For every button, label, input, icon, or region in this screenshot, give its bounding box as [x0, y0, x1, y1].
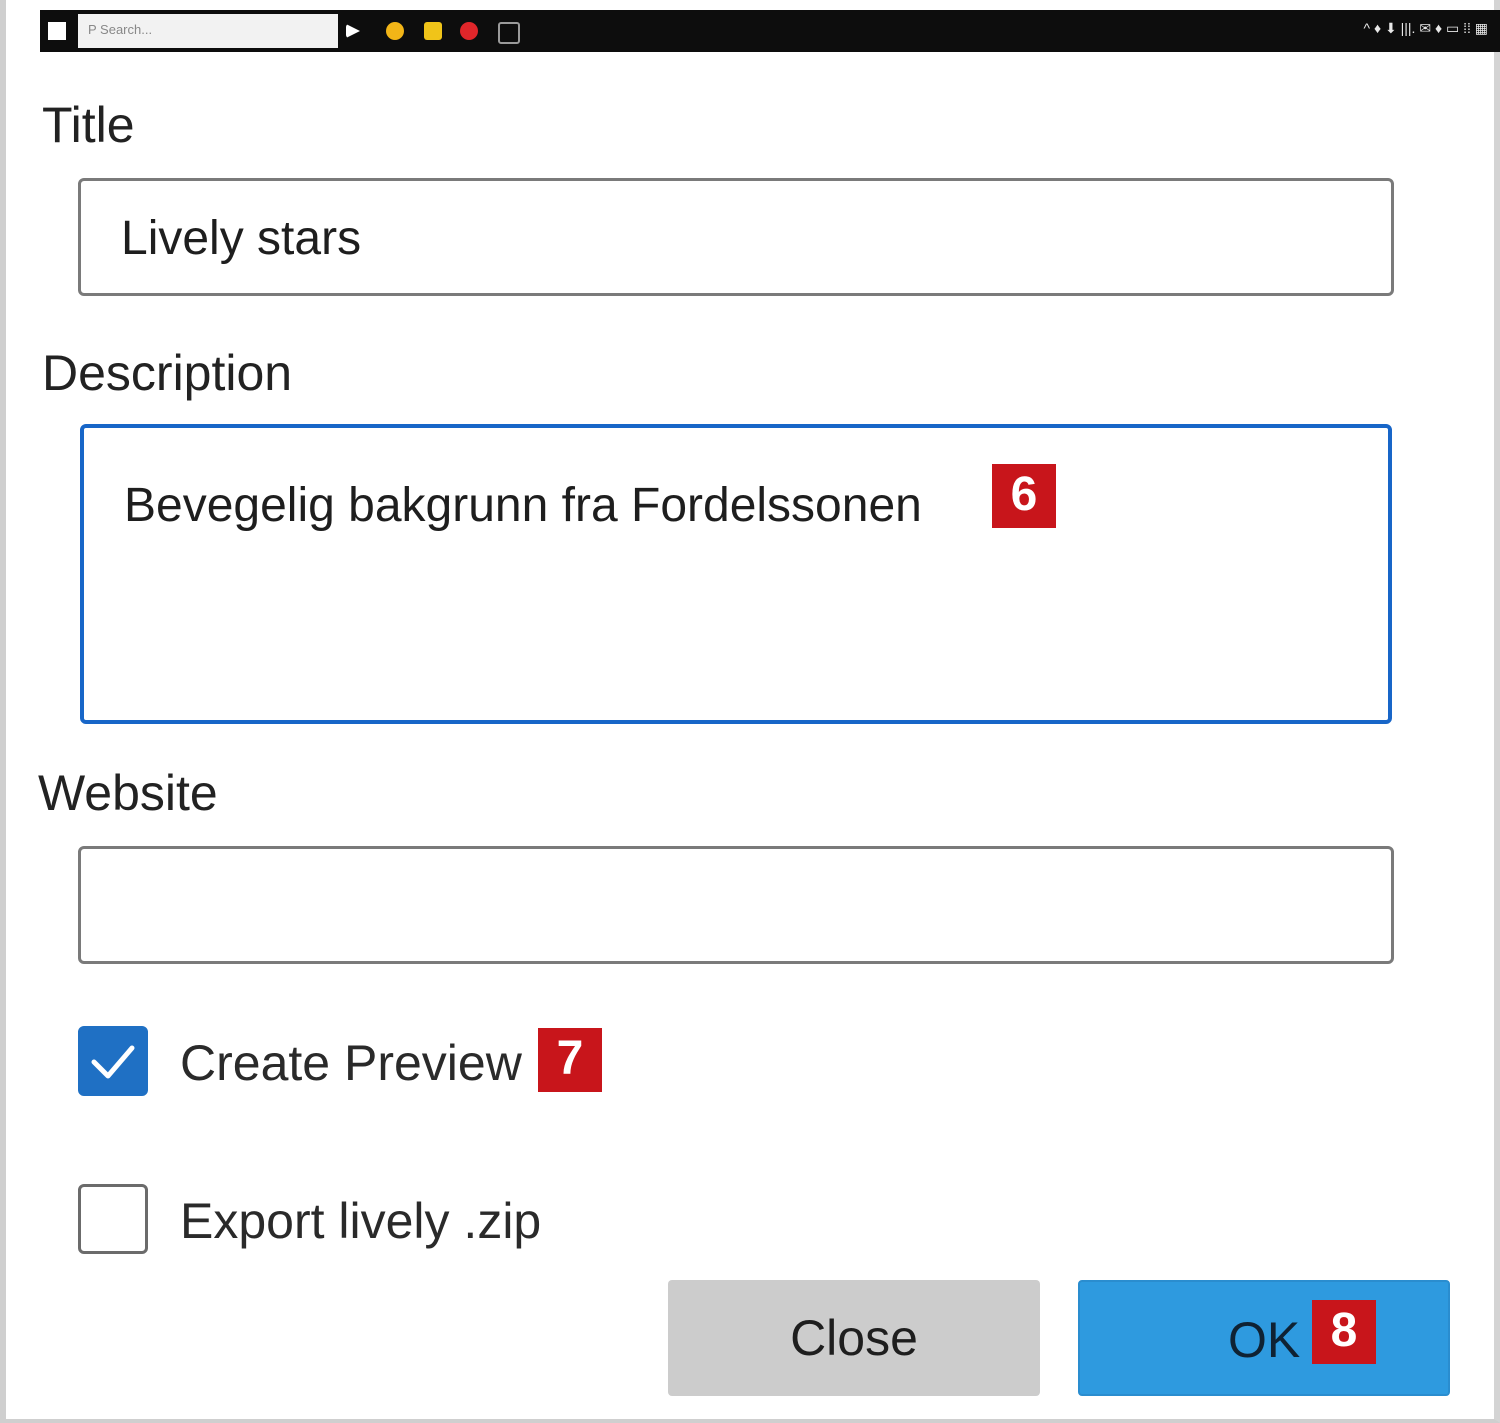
windows-start-icon[interactable] [48, 22, 66, 40]
annotation-badge-6: 6 [992, 464, 1056, 528]
export-zip-label[interactable]: Export lively .zip [180, 1192, 541, 1250]
title-input[interactable]: Lively stars [78, 178, 1394, 296]
dialog-window: P Search... ^ ♦ ⬇ |||. ✉ ♦ ▭ ⁞⁞ ▦ Title … [0, 0, 1500, 1423]
taskbar-search-input[interactable]: P Search... [78, 14, 338, 48]
app-icon[interactable] [498, 22, 520, 44]
chrome-icon[interactable] [386, 22, 404, 40]
title-label: Title [42, 97, 135, 153]
opera-icon[interactable] [460, 22, 478, 40]
ok-button[interactable]: OK [1078, 1280, 1450, 1396]
file-explorer-icon[interactable] [424, 22, 442, 40]
description-label: Description [42, 345, 293, 401]
description-textarea[interactable]: Bevegelig bakgrunn fra Fordelssonen [80, 424, 1392, 724]
taskbar: P Search... ^ ♦ ⬇ |||. ✉ ♦ ▭ ⁞⁞ ▦ [40, 10, 1500, 52]
checkmark-icon [91, 1045, 135, 1079]
title-input-value: Lively stars [121, 212, 362, 265]
website-input[interactable] [78, 846, 1394, 964]
media-play-icon[interactable] [346, 24, 360, 38]
description-textarea-value: Bevegelig bakgrunn fra Fordelssonen [124, 479, 922, 532]
close-button[interactable]: Close [668, 1280, 1040, 1396]
ok-button-label: OK [1228, 1312, 1301, 1368]
website-label: Website [38, 765, 218, 821]
annotation-badge-8: 8 [1312, 1300, 1376, 1364]
export-zip-checkbox[interactable] [78, 1184, 148, 1254]
create-preview-checkbox[interactable] [78, 1026, 148, 1096]
system-tray: ^ ♦ ⬇ |||. ✉ ♦ ▭ ⁞⁞ ▦ [1363, 20, 1488, 36]
annotation-badge-7: 7 [538, 1028, 602, 1092]
create-preview-label[interactable]: Create Preview [180, 1034, 522, 1092]
